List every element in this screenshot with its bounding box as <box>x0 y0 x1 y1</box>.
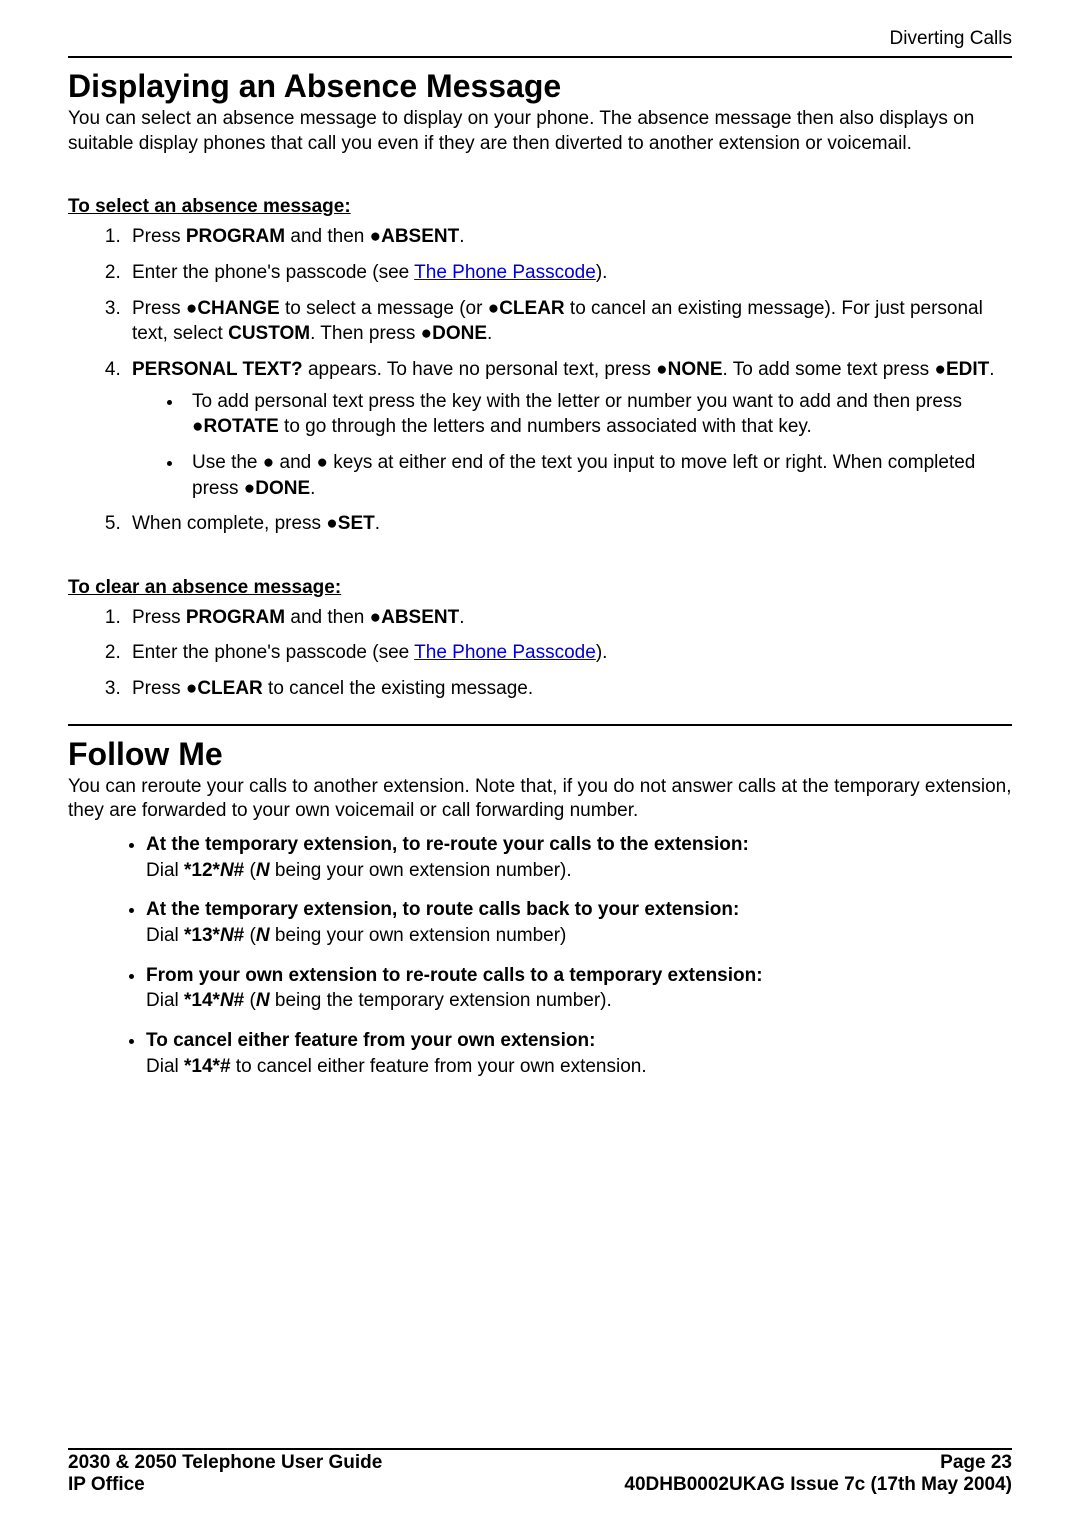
footer-left-1: 2030 & 2050 Telephone User Guide <box>68 1452 382 1474</box>
step: Press ●CLEAR to cancel the existing mess… <box>126 676 1012 702</box>
select-absence-steps: Press PROGRAM and then ●ABSENT. Enter th… <box>68 224 1012 536</box>
footer-rule <box>68 1448 1012 1450</box>
clear-absence-subhead: To clear an absence message: <box>68 577 1012 599</box>
sub-bullets: To add personal text press the key with … <box>132 389 1012 502</box>
footer-left-2: IP Office <box>68 1474 145 1496</box>
list-item: At the temporary extension, to route cal… <box>146 897 1012 948</box>
footer-right-2: 40DHB0002UKAG Issue 7c (17th May 2004) <box>624 1474 1012 1496</box>
header-rule <box>68 56 1012 58</box>
page-header-right: Diverting Calls <box>68 28 1012 52</box>
footer-right-1: Page 23 <box>940 1452 1012 1474</box>
select-absence-subhead: To select an absence message: <box>68 196 1012 218</box>
list-item: From your own extension to re-route call… <box>146 963 1012 1014</box>
step: Press PROGRAM and then ●ABSENT. <box>126 224 1012 250</box>
section2-title: Follow Me <box>68 736 1012 773</box>
list-item: To cancel either feature from your own e… <box>146 1028 1012 1079</box>
step: PERSONAL TEXT? appears. To have no perso… <box>126 357 1012 501</box>
clear-absence-steps: Press PROGRAM and then ●ABSENT. Enter th… <box>68 605 1012 702</box>
step: Enter the phone's passcode (see The Phon… <box>126 260 1012 286</box>
step: When complete, press ●SET. <box>126 511 1012 537</box>
sub-bullet: To add personal text press the key with … <box>184 389 1012 440</box>
section2-intro: You can reroute your calls to another ex… <box>68 775 1012 824</box>
phone-passcode-link-2[interactable]: The Phone Passcode <box>414 642 596 663</box>
page-footer: 2030 & 2050 Telephone User Guide Page 23… <box>68 1448 1012 1496</box>
step: Press PROGRAM and then ●ABSENT. <box>126 605 1012 631</box>
list-item: At the temporary extension, to re-route … <box>146 832 1012 883</box>
follow-me-list: At the temporary extension, to re-route … <box>68 832 1012 1079</box>
step: Press ●CHANGE to select a message (or ●C… <box>126 296 1012 347</box>
sub-bullet: Use the ● and ● keys at either end of th… <box>184 450 1012 501</box>
phone-passcode-link[interactable]: The Phone Passcode <box>414 262 596 283</box>
step: Enter the phone's passcode (see The Phon… <box>126 640 1012 666</box>
section1-title: Displaying an Absence Message <box>68 68 1012 105</box>
section1-intro: You can select an absence message to dis… <box>68 107 1012 156</box>
section-rule <box>68 724 1012 726</box>
